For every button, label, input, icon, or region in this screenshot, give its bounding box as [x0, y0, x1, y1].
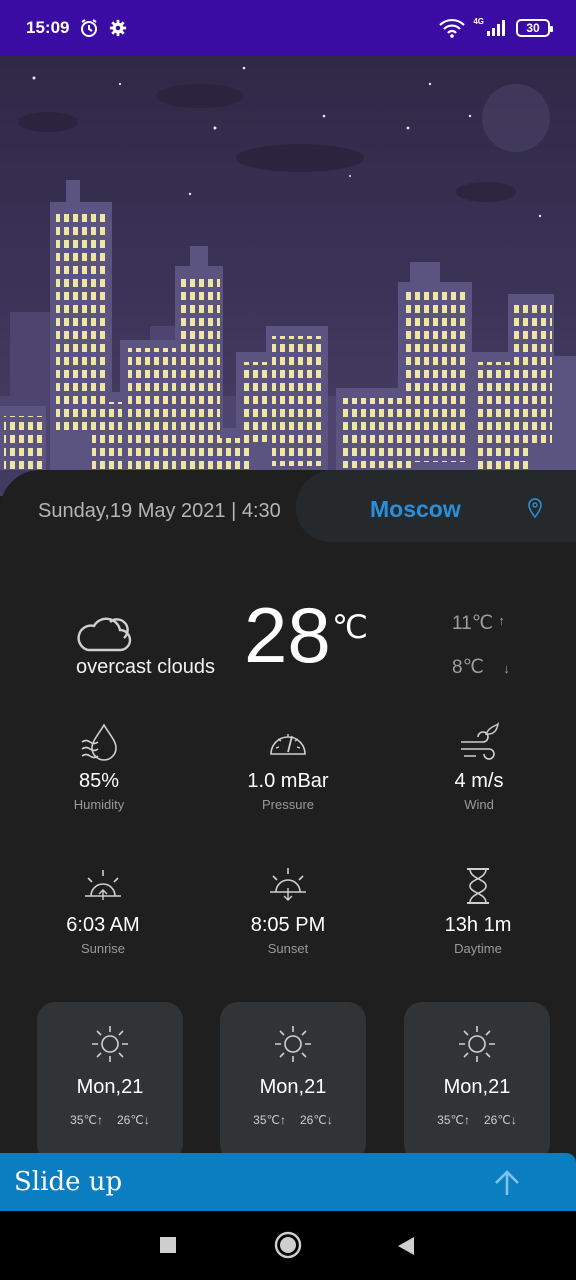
forecast-high: 35℃↑	[253, 1113, 286, 1127]
sunrise-value: 6:03 AM	[66, 914, 140, 936]
city-name: Moscow	[370, 496, 461, 522]
pressure-value: 1.0 mBar	[247, 770, 329, 792]
forecast-low: 26℃↓	[484, 1113, 517, 1127]
wind-value: 4 m/s	[454, 770, 504, 792]
daytime-label: Daytime	[454, 941, 502, 956]
sunset-label: Sunset	[267, 941, 309, 956]
pressure-gauge-icon	[270, 734, 306, 755]
home-circle-icon[interactable]	[274, 1231, 302, 1259]
network-type-label: 4G	[473, 16, 484, 26]
sun-icon	[459, 1026, 495, 1062]
temp-low-value: 8℃	[452, 657, 484, 678]
temp-high-value: 11℃	[452, 613, 494, 634]
daytime-value: 13h 1m	[444, 914, 512, 936]
humidity-stat: 85% Humidity	[24, 722, 174, 812]
city-selector[interactable]: Moscow	[296, 470, 576, 542]
forecast-temps: 35℃↑ 26℃↓	[220, 1113, 366, 1127]
status-bar: 15:09 4G 30	[0, 0, 576, 56]
forecast-card[interactable]: Mon,21 35℃↑ 26℃↓	[404, 1002, 550, 1162]
wifi-icon	[439, 18, 466, 38]
signal-icon	[487, 20, 505, 36]
status-time: 15:09	[26, 18, 70, 37]
date-time-text: Sunday,19 May 2021 | 4:30	[38, 500, 281, 522]
forecast-temps: 35℃↑ 26℃↓	[404, 1113, 550, 1127]
slide-up-label: Slide up	[14, 1167, 123, 1197]
slide-up-bar[interactable]: Slide up	[0, 1153, 576, 1211]
arrow-down-icon: ↓	[503, 661, 510, 676]
pressure-label: Pressure	[261, 797, 315, 812]
sunset-stat: 8:05 PM Sunset	[213, 866, 363, 956]
current-temperature: 28	[244, 591, 331, 679]
battery-indicator: 30	[516, 19, 553, 37]
arrow-up-icon: ↑	[498, 613, 505, 628]
wind-icon	[461, 722, 500, 760]
hero-city-illustration	[0, 56, 576, 496]
forecast-day: Mon,21	[259, 1076, 327, 1098]
forecast-low: 26℃↓	[117, 1113, 150, 1127]
daytime-stat: 13h 1m Daytime	[403, 866, 553, 956]
forecast-high: 35℃↑	[70, 1113, 103, 1127]
forecast-day: Mon,21	[76, 1076, 144, 1098]
hourglass-icon	[467, 868, 489, 904]
status-left: 15:09	[26, 18, 127, 38]
alarm-icon	[81, 19, 98, 37]
humidity-icon	[81, 723, 117, 761]
forecast-card[interactable]: Mon,21 35℃↑ 26℃↓	[37, 1002, 183, 1162]
sunset-value: 8:05 PM	[250, 914, 326, 936]
sunset-icon	[270, 868, 306, 901]
night-city-image	[0, 66, 576, 496]
temp-low: 8℃ ↓	[452, 656, 510, 679]
wind-label: Wind	[464, 797, 494, 812]
system-navigation-bar	[0, 1211, 576, 1280]
humidity-value: 85%	[78, 770, 120, 792]
cloud-icon	[77, 617, 132, 652]
recents-square-icon[interactable]	[159, 1236, 177, 1254]
arrow-up-icon[interactable]	[494, 1169, 520, 1197]
sun-icon	[275, 1026, 311, 1062]
forecast-day: Mon,21	[443, 1076, 511, 1098]
location-pin-icon[interactable]	[528, 498, 542, 518]
settings-gear-icon	[110, 19, 127, 37]
wind-stat: 4 m/s Wind	[404, 722, 554, 812]
back-triangle-icon[interactable]	[397, 1236, 415, 1256]
weather-description: overcast clouds	[76, 656, 215, 678]
status-right: 4G 30	[439, 16, 553, 38]
sun-icon	[92, 1026, 128, 1062]
pressure-stat: 1.0 mBar Pressure	[213, 722, 363, 812]
sunrise-label: Sunrise	[80, 941, 126, 956]
forecast-low: 26℃↓	[300, 1113, 333, 1127]
temperature-unit: ℃	[332, 609, 368, 645]
temp-high: 11℃ ↑	[452, 612, 505, 635]
humidity-label: Humidity	[73, 797, 125, 812]
sunrise-icon	[85, 870, 121, 900]
forecast-high: 35℃↑	[437, 1113, 470, 1127]
sunrise-stat: 6:03 AM Sunrise	[28, 866, 178, 956]
forecast-card[interactable]: Mon,21 35℃↑ 26℃↓	[220, 1002, 366, 1162]
forecast-temps: 35℃↑ 26℃↓	[37, 1113, 183, 1127]
